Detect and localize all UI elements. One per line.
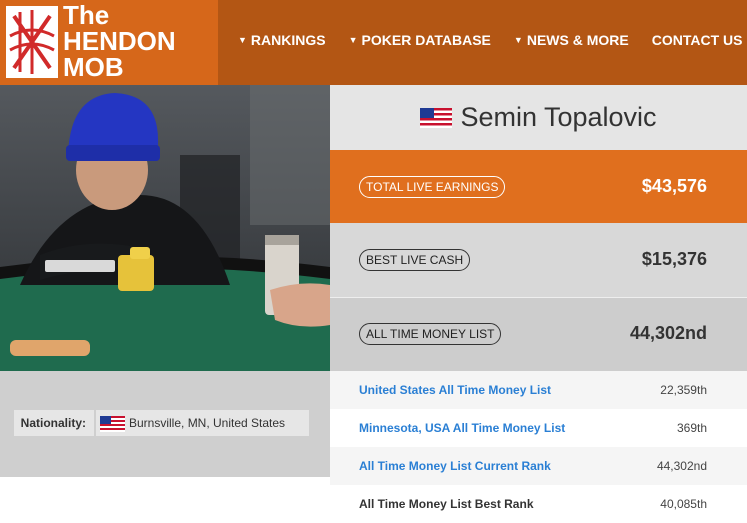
stat-total-live-earnings: TOTAL LIVE EARNINGS $43,576 — [330, 150, 747, 223]
stat-value: $43,576 — [641, 176, 707, 196]
player-info-panel: Nationality: Burnsville, MN, United Stat… — [0, 371, 330, 477]
player-photo — [0, 85, 330, 371]
chevron-down-icon: ▼ — [348, 35, 358, 45]
ranking-value: 44,302nd — [656, 459, 707, 473]
ranking-link[interactable]: All Time Money List Current Rank — [359, 459, 551, 473]
nationality-label: Nationality: — [14, 410, 94, 436]
logo-emblem-icon — [6, 6, 58, 78]
ranking-row: All Time Money List Current Rank 44,302n… — [330, 447, 747, 485]
stat-all-time-money-list: ALL TIME MONEY LIST 44,302nd — [330, 297, 747, 371]
nav-contact-us[interactable]: CONTACT US — [652, 32, 743, 48]
ranking-link[interactable]: Minnesota, USA All Time Money List — [359, 421, 565, 435]
main-nav: ▼ RANKINGS ▼ POKER DATABASE ▼ NEWS & MORE C… — [238, 32, 742, 48]
stat-best-live-cash: BEST LIVE CASH $15,376 — [330, 223, 747, 297]
ranking-label: All Time Money List Best Rank — [359, 497, 534, 511]
us-flag-icon — [100, 415, 125, 432]
stat-label: BEST LIVE CASH — [359, 249, 471, 271]
nationality-value: Burnsville, MN, United States — [96, 410, 309, 436]
stat-value: 44,302nd — [629, 323, 707, 343]
chevron-down-icon: ▼ — [238, 35, 247, 45]
nav-news-more[interactable]: ▼ NEWS & MORE — [514, 32, 629, 48]
us-flag-icon — [420, 107, 453, 128]
nav-poker-database[interactable]: ▼ POKER DATABASE — [349, 32, 491, 48]
logo-wordmark: The HENDON MOB — [63, 0, 176, 82]
nationality-text: Burnsville, MN, United States — [129, 416, 286, 430]
ranking-row: All Time Money List Best Rank 40,085th — [330, 485, 747, 523]
ranking-value: 40,085th — [660, 497, 707, 511]
ranking-row: United States All Time Money List 22,359… — [330, 371, 747, 409]
player-name: Semin Topalovic — [460, 102, 657, 132]
ranking-row: Minnesota, USA All Time Money List 369th — [330, 409, 747, 447]
ranking-value: 22,359th — [660, 383, 707, 397]
ranking-link[interactable]: United States All Time Money List — [359, 383, 551, 397]
site-header: The HENDON MOB ▼ RANKINGS ▼ POKER DATABASE… — [0, 0, 747, 85]
site-logo[interactable]: The HENDON MOB — [0, 0, 218, 85]
ranking-value: 369th — [676, 421, 707, 435]
stat-label: TOTAL LIVE EARNINGS — [359, 176, 506, 198]
stat-value: $15,376 — [641, 249, 707, 269]
player-name-bar: Semin Topalovic — [330, 85, 747, 150]
stat-label: ALL TIME MONEY LIST — [359, 323, 502, 345]
chevron-down-icon: ▼ — [513, 35, 523, 45]
nav-rankings[interactable]: ▼ RANKINGS — [238, 32, 326, 48]
